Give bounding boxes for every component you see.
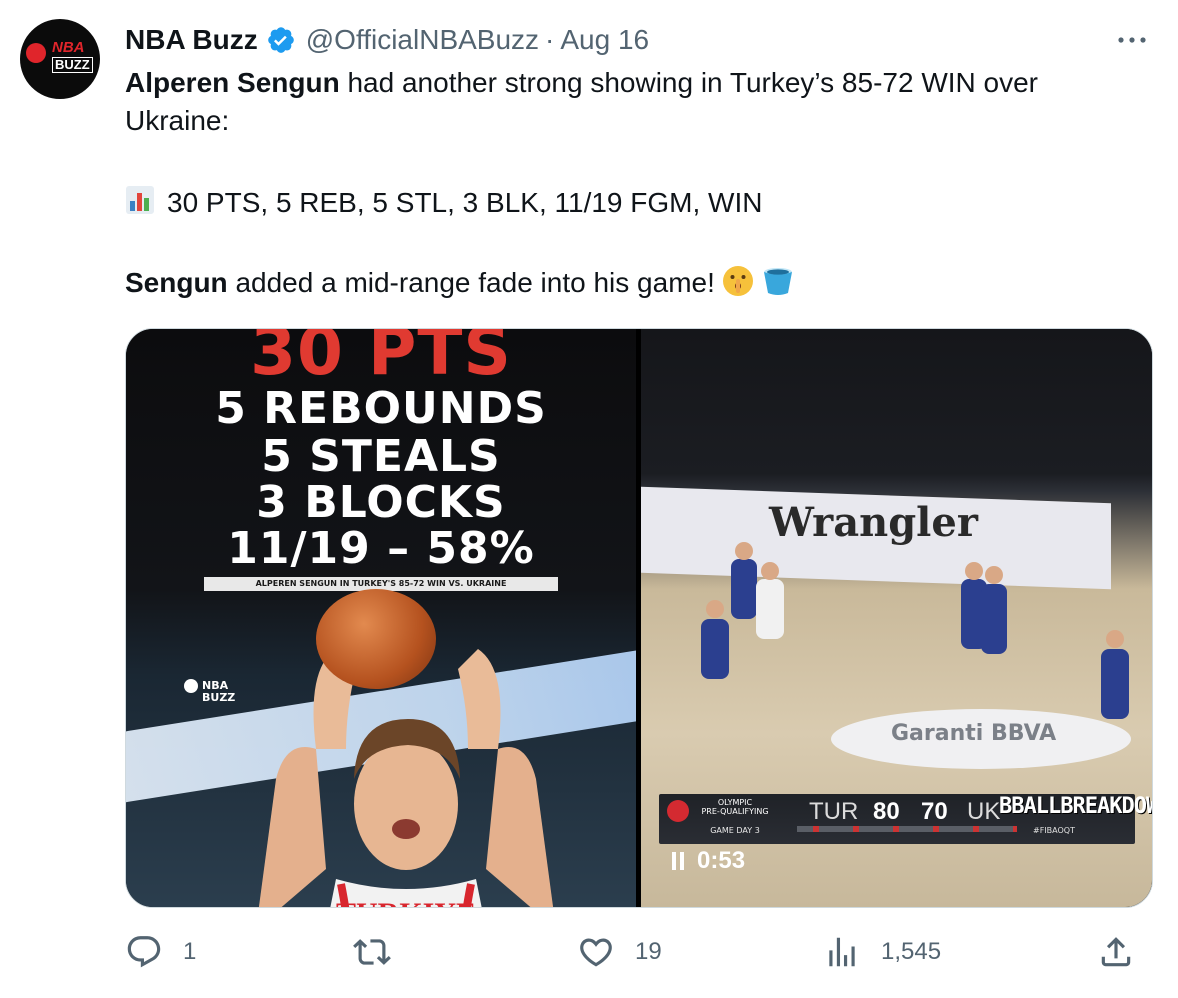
- score-bug: OLYMPIC PRE-QUALIFYING GAME DAY 3 TUR 80…: [659, 794, 1152, 844]
- event-line1: OLYMPIC: [717, 798, 753, 807]
- views-count: 1,545: [881, 938, 942, 965]
- team-home: TUR: [809, 798, 859, 825]
- avatar[interactable]: NBA BUZZ: [20, 19, 100, 99]
- separator-dot: ·: [545, 24, 555, 55]
- tweet-stats-line: 30 PTS, 5 REB, 5 STL, 3 BLK, 11/19 FGM, …: [125, 184, 1145, 225]
- game-day: GAME DAY 3: [710, 826, 760, 835]
- display-name[interactable]: NBA Buzz: [125, 24, 258, 56]
- tweet-text-line3: Sengun added a mid-range fade into his g…: [125, 264, 1145, 308]
- avatar-logo: NBA BUZZ: [52, 39, 93, 73]
- media-grid: 30 PTS 5 REBOUNDS 5 STEALS 3 BLOCKS 11/1…: [125, 328, 1153, 908]
- mention-player-short: Sengun: [125, 267, 228, 298]
- score-home: 80: [873, 798, 900, 825]
- views-icon: [829, 937, 855, 967]
- graphic-watermark: NBA BUZZ: [184, 679, 235, 703]
- stats-text: 30 PTS, 5 REB, 5 STL, 3 BLK, 11/19 FGM, …: [167, 187, 763, 218]
- share-icon: [1101, 937, 1131, 967]
- score-away: 70: [921, 798, 948, 825]
- graphic-steals: 5 STEALS: [261, 431, 501, 482]
- handle[interactable]: @OfficialNBABuzz: [306, 24, 539, 56]
- video-elapsed-time: 0:53: [697, 847, 746, 874]
- players-illustration: [701, 542, 1129, 719]
- more-icon[interactable]: [1112, 26, 1152, 54]
- avatar-ball-icon: [26, 43, 46, 63]
- shushing-face-emoji: [721, 264, 755, 308]
- creator-watermark: BBALLBREAKDOWN: [999, 794, 1152, 819]
- event-hashtag: #FIBAOQT: [1033, 826, 1075, 835]
- team-away: UK: [967, 798, 1001, 825]
- event-name: OLYMPIC PRE-QUALIFYING: [695, 798, 775, 816]
- tweet-text-line1: Alperen Sengun had another strong showin…: [125, 64, 1145, 140]
- views-button[interactable]: 1,545: [823, 930, 941, 974]
- tweet-text-line3-rest: added a mid-range fade into his game!: [227, 267, 715, 298]
- reply-count: 1: [183, 938, 197, 965]
- like-button[interactable]: 19: [577, 930, 662, 974]
- share-button[interactable]: [1097, 930, 1135, 974]
- graphic-rebounds: 5 REBOUNDS: [215, 383, 547, 434]
- jersey-text: TURKIYE: [336, 897, 476, 907]
- avatar-logo-top: NBA: [52, 39, 85, 56]
- verified-badge-icon[interactable]: [266, 25, 296, 55]
- retweet-icon: [353, 939, 391, 965]
- tweet-header: NBA Buzz @OfficialNBABuzz · Aug 16: [125, 22, 649, 58]
- bucket-emoji: [761, 264, 795, 308]
- watermark-ball-icon: [184, 679, 198, 693]
- reply-icon: [127, 936, 161, 968]
- highlight-video[interactable]: Wrangler Garanti BBVA OLYMPIC PRE-QUALIF…: [641, 329, 1152, 907]
- stats-graphic-image[interactable]: 30 PTS 5 REBOUNDS 5 STEALS 3 BLOCKS 11/1…: [126, 329, 636, 907]
- like-count: 19: [635, 938, 662, 965]
- tweet-date[interactable]: Aug 16: [560, 24, 649, 56]
- retweet-button[interactable]: [353, 930, 411, 974]
- graphic-blocks: 3 BLOCKS: [256, 477, 506, 528]
- bar-chart-emoji: [125, 185, 155, 225]
- like-icon: [580, 938, 612, 967]
- tweet: NBA BUZZ NBA Buzz @OfficialNBABuzz · Aug…: [0, 0, 1178, 998]
- event-line2: PRE-QUALIFYING: [701, 807, 769, 816]
- action-bar: 1 19 1,545: [125, 930, 1151, 974]
- avatar-logo-bottom: BUZZ: [52, 57, 93, 73]
- foul-indicator-strip: [797, 826, 1017, 832]
- pause-icon[interactable]: [671, 852, 685, 870]
- mention-player-name: Alperen Sengun: [125, 67, 340, 98]
- graphic-points: 30 PTS: [250, 329, 512, 390]
- event-logo-icon: [667, 800, 689, 822]
- basketball-icon: [316, 589, 436, 689]
- watermark-text-bottom: BUZZ: [202, 691, 236, 704]
- reply-button[interactable]: 1: [125, 930, 196, 974]
- graphic-field-goals: 11/19 – 58%: [227, 523, 535, 574]
- video-playback-control[interactable]: 0:53: [671, 847, 745, 875]
